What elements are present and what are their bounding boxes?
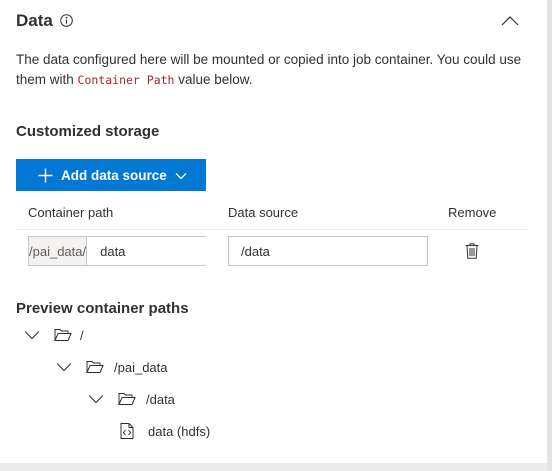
table-divider	[16, 229, 528, 230]
tree-item-data[interactable]: /data	[88, 389, 175, 409]
plus-icon	[38, 168, 53, 183]
data-source-input[interactable]	[228, 236, 428, 266]
folder-open-icon	[54, 329, 72, 341]
tree-item-label: /data	[146, 391, 175, 407]
info-icon[interactable]	[60, 14, 73, 32]
description-text-end: value below.	[174, 72, 253, 87]
customized-storage-title: Customized storage	[16, 123, 160, 140]
chevron-down-icon[interactable]	[24, 330, 40, 340]
column-header-remove: Remove	[448, 205, 497, 220]
tree-item-data-hdfs[interactable]: data (hdfs)	[120, 421, 210, 441]
folder-open-icon	[86, 361, 104, 373]
tree-item-label: data (hdfs)	[148, 423, 211, 439]
chevron-up-icon	[501, 16, 519, 26]
tree-item-label: /	[80, 327, 84, 343]
collapse-button[interactable]	[500, 14, 520, 30]
add-data-source-label: Add data source	[61, 167, 167, 183]
section-description: The data configured here will be mounted…	[16, 50, 531, 90]
add-data-source-button[interactable]: Add data source	[16, 159, 206, 191]
tree-item-pai-data[interactable]: /pai_data	[56, 357, 168, 377]
folder-open-icon	[118, 393, 136, 405]
chevron-down-icon	[175, 168, 187, 183]
column-header-container-path: Container path	[28, 205, 114, 220]
container-path-prefix: /pai_data/	[29, 237, 88, 265]
scrollbar-track[interactable]	[547, 0, 552, 471]
chevron-down-icon[interactable]	[88, 394, 104, 404]
container-path-field: /pai_data/	[28, 236, 279, 266]
chevron-down-icon[interactable]	[56, 362, 72, 372]
file-code-icon	[120, 423, 134, 439]
container-path-code: Container Path	[77, 73, 175, 87]
preview-title: Preview container paths	[16, 300, 189, 317]
trash-icon[interactable]	[465, 243, 479, 264]
tree-item-label: /pai_data	[114, 359, 168, 375]
column-header-data-source: Data source	[228, 205, 299, 220]
tree-item-root[interactable]: /	[24, 325, 84, 345]
section-title: Data	[16, 11, 53, 30]
data-panel: Data The data configured here will be mo…	[0, 0, 547, 463]
